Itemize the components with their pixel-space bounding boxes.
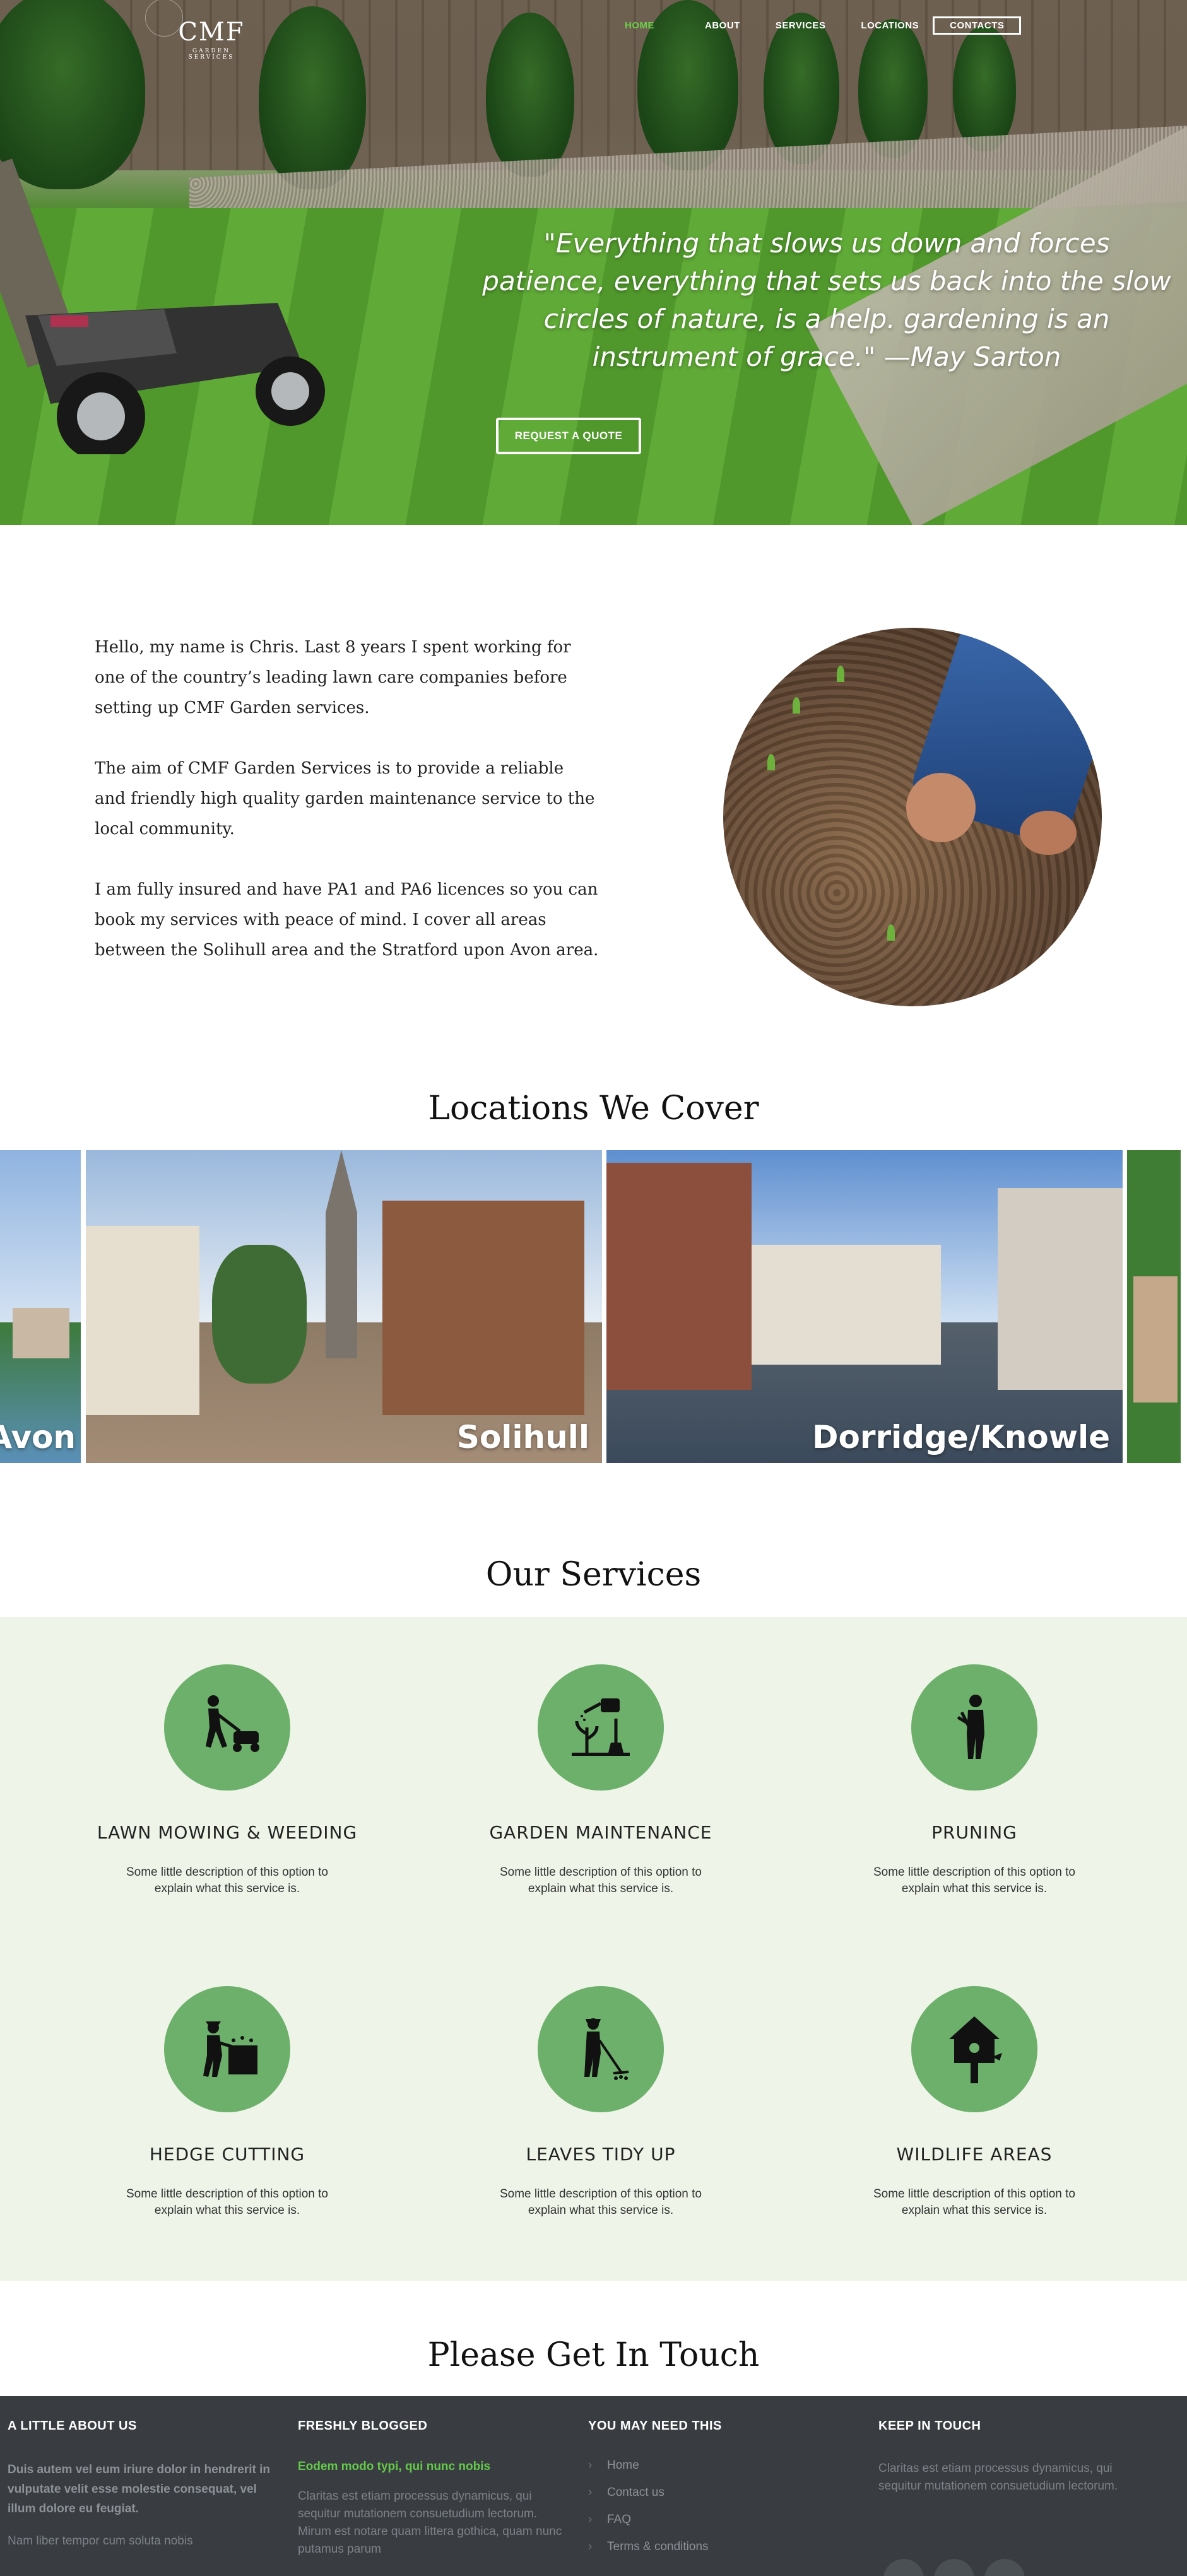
footer-heading: KEEP IN TOUCH (878, 2419, 981, 2433)
nav-about[interactable]: ABOUT (705, 20, 740, 31)
nav-home[interactable]: HOME (625, 20, 654, 31)
quote-line: instrument of grace." —May Sarton (592, 341, 1061, 372)
logo-text: CMF (178, 18, 245, 47)
location-label: Solihull (456, 1419, 589, 1456)
location-label: Dorridge/Knowle (812, 1419, 1110, 1456)
nav-locations[interactable]: LOCATIONS (861, 20, 919, 31)
footer-link-terms[interactable]: Terms & conditions (588, 2540, 853, 2554)
footer: A LITTLE ABOUT US Duis autem vel eum iri… (0, 2396, 1187, 2576)
about-paragraph: The aim of CMF Garden Services is to pro… (95, 759, 595, 838)
footer-about: A LITTLE ABOUT US Duis autem vel eum iri… (8, 2419, 273, 2550)
service-description: Some little description of this option t… (873, 1866, 1075, 1895)
about-paragraph: I am fully insured and have PA1 and PA6 … (95, 880, 599, 960)
quote-line: circles of nature, is a help. gardening … (543, 303, 1110, 334)
contact-title: Please Get In Touch (427, 2336, 760, 2374)
sprout (887, 924, 895, 941)
sprout (793, 697, 800, 714)
quote-line: "Everything that slows us down and force… (543, 228, 1110, 259)
service-card[interactable]: HEDGE CUTTING Some little description of… (82, 1986, 372, 2219)
footer-heading: FRESHLY BLOGGED (298, 2419, 428, 2433)
nav-services[interactable]: SERVICES (776, 20, 826, 31)
blog-post-link[interactable]: Eodem modo typi, qui nunc nobis (298, 2460, 563, 2474)
main-nav: HOME ABOUT SERVICES LOCATIONS CONTACTS (625, 16, 1022, 35)
lawn-mower-icon (164, 1664, 290, 1791)
logo-subtitle: GARDEN SERVICES (188, 48, 235, 61)
service-card[interactable]: PRUNING Some little description of this … (829, 1664, 1119, 1897)
quote-line: patience, everything that sets us back i… (482, 266, 1171, 297)
service-description: Some little description of this option t… (126, 2187, 328, 2217)
service-description: Some little description of this option t… (499, 2187, 702, 2217)
service-card[interactable]: GARDEN MAINTENANCE Some little descripti… (456, 1664, 746, 1897)
locations-title: Locations We Cover (428, 1090, 759, 1127)
service-title: PRUNING (931, 1822, 1017, 1843)
hero-banner: CMF GARDEN SERVICES HOME ABOUT SERVICES … (0, 0, 1187, 525)
nav-contacts-button[interactable]: CONTACTS (933, 16, 1022, 35)
location-card-avon[interactable]: Avon (0, 1150, 81, 1463)
service-card[interactable]: WILDLIFE AREAS Some little description o… (829, 1986, 1119, 2219)
service-title: LEAVES TIDY UP (526, 2144, 676, 2165)
sprout (767, 754, 775, 770)
footer-keep-text: Claritas est etiam processus dynamicus, … (878, 2462, 1118, 2493)
footer-about-more: Nam liber tempor cum soluta nobis (8, 2534, 193, 2548)
sprout (837, 666, 844, 682)
footer-link-faq[interactable]: FAQ (588, 2513, 853, 2527)
service-card[interactable]: LAWN MOWING & WEEDING Some little descri… (82, 1664, 372, 1897)
footer-link-list: Home Contact us FAQ Terms & conditions (588, 2459, 853, 2554)
service-title: WILDLIFE AREAS (896, 2144, 1053, 2165)
service-description: Some little description of this option t… (873, 2187, 1075, 2217)
footer-blog: FRESHLY BLOGGED Eodem modo typi, qui nun… (298, 2419, 563, 2558)
service-description: Some little description of this option t… (499, 1866, 702, 1895)
logo-flourish (145, 0, 183, 37)
footer-link-home[interactable]: Home (588, 2459, 853, 2473)
service-description: Some little description of this option t… (126, 1866, 328, 1895)
footer-heading: YOU MAY NEED THIS (588, 2419, 722, 2433)
rake-icon (538, 1986, 664, 2112)
hand (1020, 811, 1077, 855)
footer-heading: A LITTLE ABOUT US (8, 2419, 137, 2433)
service-title: GARDEN MAINTENANCE (489, 1822, 712, 1843)
footer-about-text: Duis autem vel eum iriure dolor in hendr… (8, 2463, 270, 2515)
shears-icon (911, 1664, 1037, 1791)
service-title: HEDGE CUTTING (149, 2144, 305, 2165)
hedge-trimmer-icon (164, 1986, 290, 2112)
footer-links: YOU MAY NEED THIS Home Contact us FAQ Te… (588, 2419, 853, 2567)
about-paragraph: Hello, my name is Chris. Last 8 years I … (95, 638, 571, 717)
about-text: Hello, my name is Chris. Last 8 years I … (95, 632, 599, 996)
birdhouse-icon (911, 1986, 1037, 2112)
request-quote-button[interactable]: REQUEST A QUOTE (496, 418, 641, 454)
hero-quote: "Everything that slows us down and force… (480, 225, 1174, 376)
location-card-dorridge-knowle[interactable]: Dorridge/Knowle (606, 1150, 1123, 1463)
logo[interactable]: CMF GARDEN SERVICES (145, 0, 252, 61)
service-title: LAWN MOWING & WEEDING (97, 1822, 358, 1843)
location-card-next[interactable] (1127, 1150, 1181, 1463)
service-card[interactable]: LEAVES TIDY UP Some little description o… (456, 1986, 746, 2219)
footer-keep-in-touch: KEEP IN TOUCH Claritas est etiam process… (878, 2419, 1143, 2495)
services-title: Our Services (485, 1556, 702, 1594)
watering-can-icon (538, 1664, 664, 1791)
footer-link-contact[interactable]: Contact us (588, 2486, 853, 2500)
blog-post-excerpt: Claritas est etiam processus dynamicus, … (298, 2490, 562, 2556)
planting-photo (723, 628, 1102, 1006)
hand (906, 773, 976, 842)
location-card-solihull[interactable]: Solihull (86, 1150, 602, 1463)
location-label: Avon (0, 1419, 76, 1456)
